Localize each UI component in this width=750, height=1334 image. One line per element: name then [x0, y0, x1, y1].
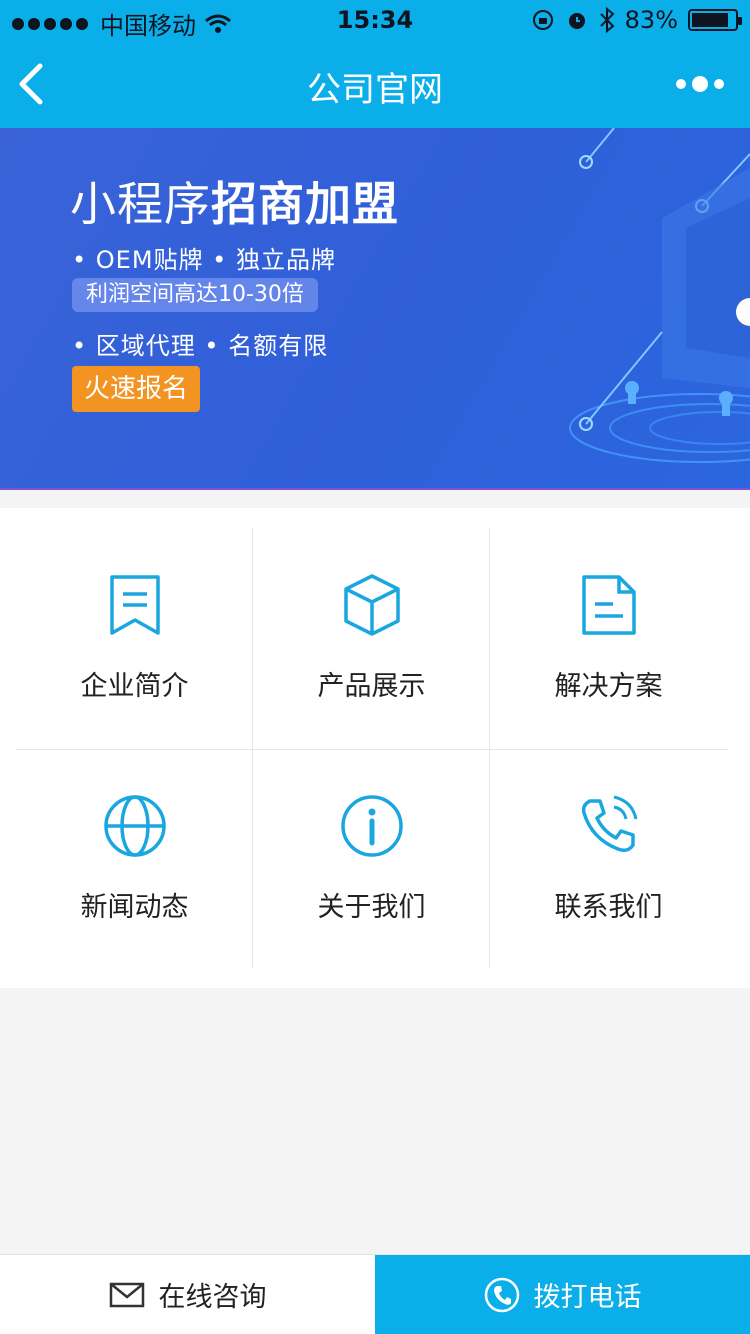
bottom-action-bar: 在线咨询 拨打电话 — [0, 1254, 750, 1334]
signup-button[interactable]: 火速报名 — [72, 366, 201, 412]
tech-decoration-graphic — [569, 128, 750, 463]
more-menu-button[interactable] — [670, 68, 730, 100]
bluetooth-icon — [599, 7, 615, 33]
mail-icon — [109, 1282, 144, 1307]
banner-line2: • 区域代理 • 名额有限 — [72, 332, 329, 360]
call-label: 拨打电话 — [533, 1282, 642, 1313]
globe-icon — [103, 795, 166, 857]
menu-item-solutions[interactable]: 解决方案 — [490, 528, 727, 748]
top-bar: 中国移动 15:34 83% 公司官网 — [0, 0, 750, 128]
menu-item-contact[interactable]: 联系我们 — [490, 749, 727, 969]
page-title: 公司官网 — [307, 70, 443, 110]
menu-item-news[interactable]: 新闻动态 — [16, 749, 253, 969]
menu-grid: 企业简介 产品展示 解决方案 新闻动态 关于我们 联系我们 — [0, 508, 750, 988]
menu-item-label: 关于我们 — [317, 892, 426, 923]
document-icon — [581, 575, 636, 635]
headline-bold: 招商加盟 — [211, 177, 399, 231]
bookmark-doc-icon — [109, 575, 160, 635]
menu-item-label: 产品展示 — [317, 671, 426, 702]
promo-banner[interactable]: 小程序招商加盟 • OEM贴牌 • 独立品牌 利润空间高达10-30倍 • 区域… — [0, 128, 750, 490]
banner-pill: 利润空间高达10-30倍 — [72, 278, 318, 312]
info-icon — [340, 795, 403, 857]
cube-icon — [343, 574, 400, 636]
headline-light: 小程序 — [70, 177, 211, 231]
banner-line1: • OEM贴牌 • 独立品牌 — [72, 246, 336, 274]
call-button[interactable]: 拨打电话 — [375, 1255, 750, 1334]
consult-label: 在线咨询 — [158, 1282, 267, 1313]
alarm-icon — [568, 13, 585, 29]
menu-item-about[interactable]: 关于我们 — [253, 749, 490, 969]
menu-item-label: 企业简介 — [80, 671, 189, 702]
menu-item-products[interactable]: 产品展示 — [253, 528, 490, 748]
menu-item-label: 解决方案 — [554, 671, 663, 702]
battery-icon — [688, 9, 742, 31]
rotation-lock-icon — [532, 10, 553, 30]
phone-icon — [484, 1277, 519, 1312]
nav-bar: 公司官网 — [0, 40, 750, 128]
battery-percent: 83% — [624, 6, 678, 34]
online-consult-button[interactable]: 在线咨询 — [0, 1255, 375, 1334]
menu-item-company-intro[interactable]: 企业简介 — [16, 528, 253, 748]
status-right: 83% — [531, 6, 742, 34]
status-bar: 中国移动 15:34 83% — [0, 0, 750, 40]
banner-headline: 小程序招商加盟 — [70, 168, 399, 234]
menu-item-label: 联系我们 — [554, 892, 663, 923]
phone-ringing-icon — [581, 795, 637, 853]
menu-item-label: 新闻动态 — [80, 892, 189, 923]
